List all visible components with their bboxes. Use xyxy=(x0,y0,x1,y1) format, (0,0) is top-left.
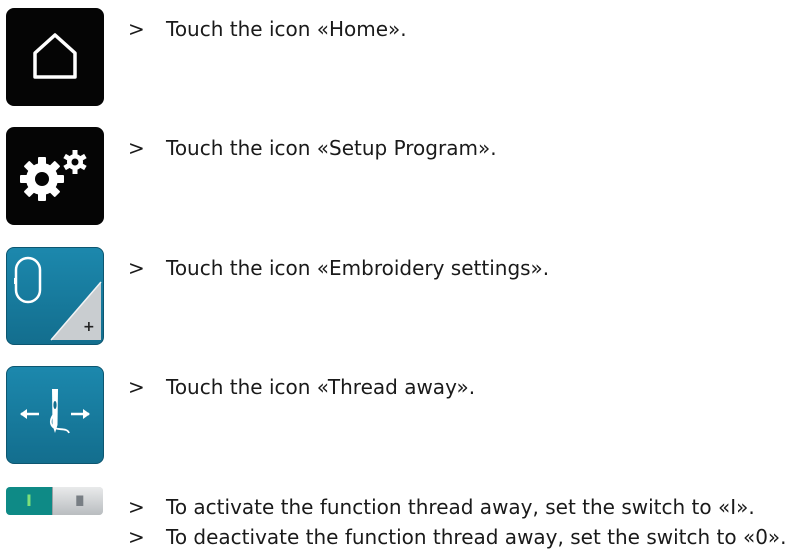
step-6: > To deactivate the function thread away,… xyxy=(128,525,787,549)
step-3: > Touch the icon «Embroidery settings». xyxy=(128,256,550,280)
thread-away-button[interactable] xyxy=(6,366,104,464)
embroidery-hoop-icon: + xyxy=(14,256,102,341)
step-5: > To activate the function thread away, s… xyxy=(128,495,755,519)
step-1: > Touch the icon «Home». xyxy=(128,17,407,41)
svg-text:+: + xyxy=(83,319,95,335)
thread-away-switch[interactable]: I III xyxy=(6,487,103,515)
step-2: > Touch the icon «Setup Program». xyxy=(128,136,497,160)
step-4: > Touch the icon «Thread away». xyxy=(128,375,476,399)
needle-thread-away-icon xyxy=(20,389,90,434)
home-button[interactable] xyxy=(6,8,104,106)
switch-grip: III xyxy=(75,494,84,510)
switch-knob[interactable]: III xyxy=(52,487,103,515)
home-icon xyxy=(33,33,77,79)
switch-on-indicator: I xyxy=(6,487,52,515)
setup-program-button[interactable] xyxy=(6,127,104,225)
embroidery-settings-button[interactable]: + xyxy=(6,247,104,345)
gears-icon xyxy=(20,150,87,201)
